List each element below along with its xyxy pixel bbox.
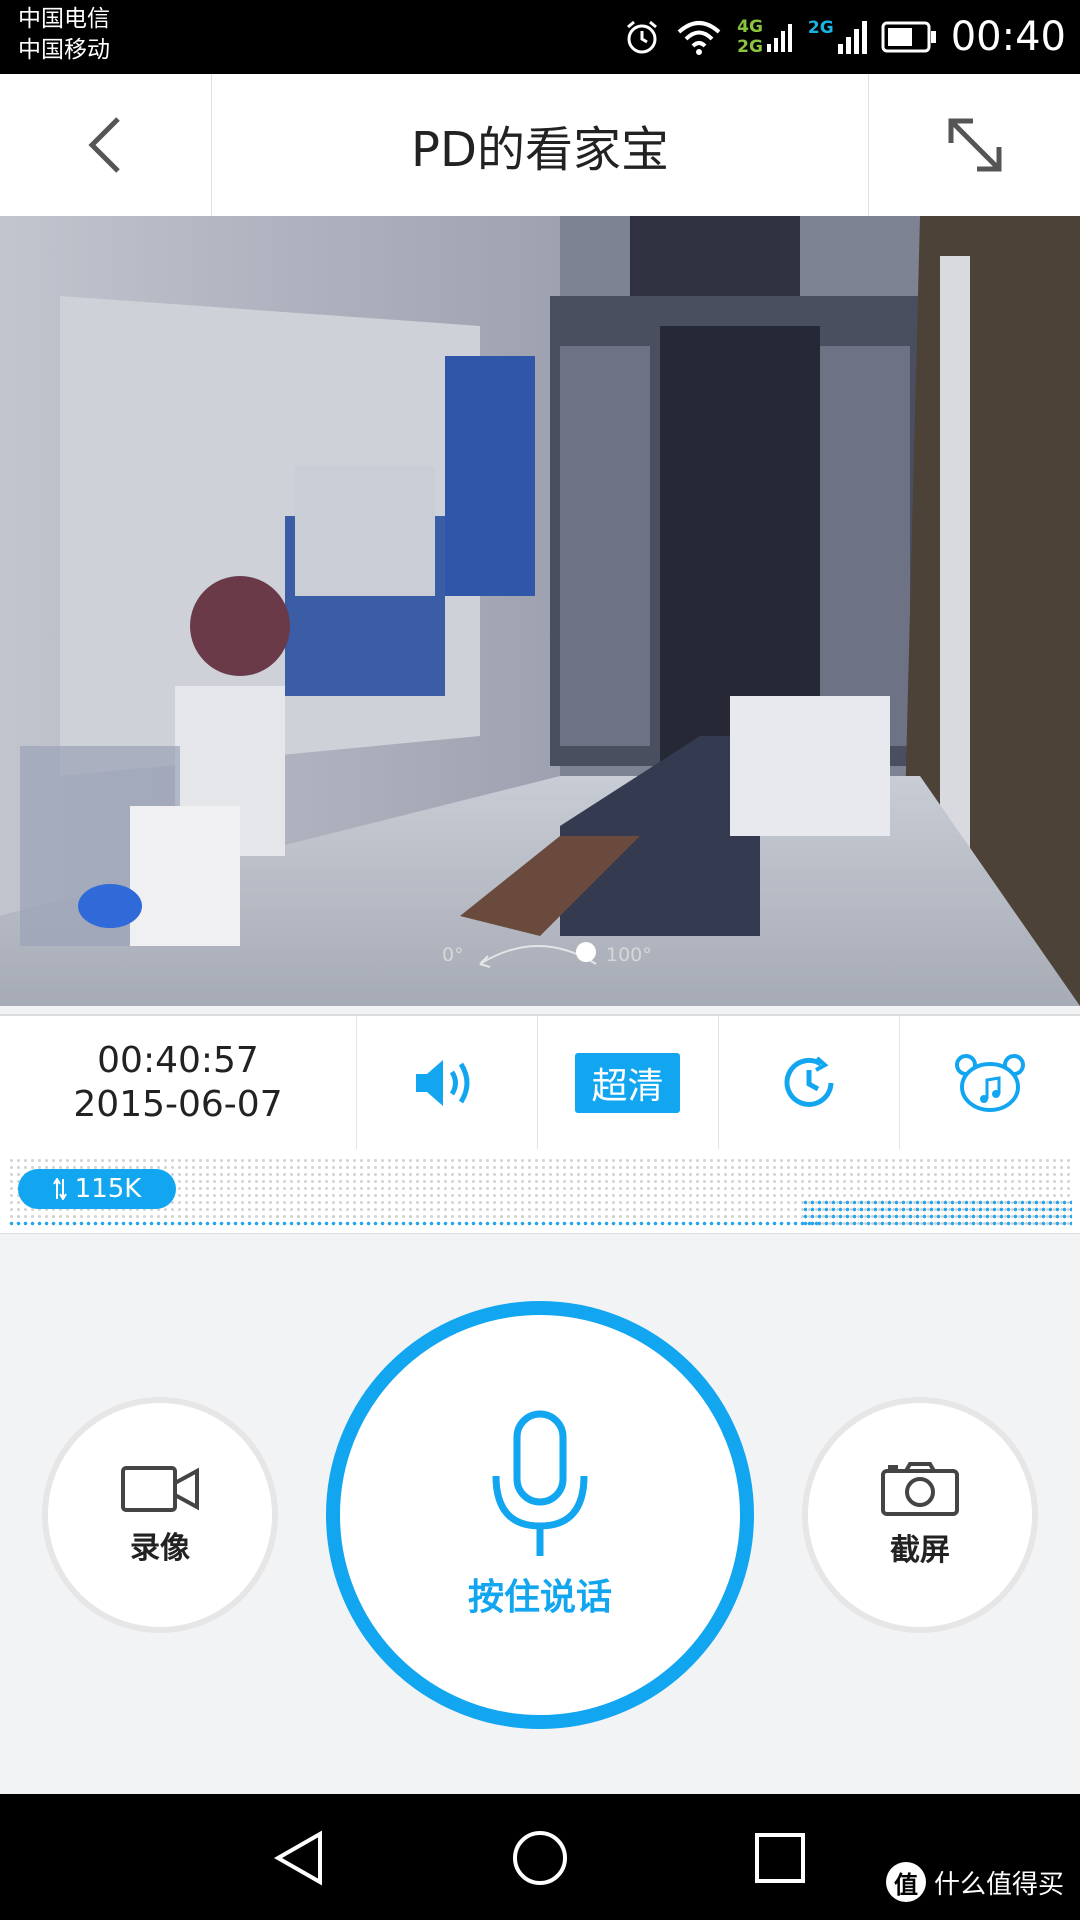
lullaby-button[interactable]	[899, 1016, 1080, 1150]
watermark-text: 什么值得买	[933, 1869, 1064, 1900]
bitrate-badge: 115K	[18, 1169, 176, 1209]
wifi-icon	[677, 21, 721, 55]
camera-info-bar: 00:40:57 2015-06-07 超清	[0, 1014, 1080, 1151]
back-arrow-icon	[87, 117, 120, 173]
record-label: 录像	[130, 1531, 190, 1566]
clock: 00:40	[950, 14, 1066, 60]
bitrate-level	[802, 1199, 1072, 1227]
camera-room-view	[0, 216, 1080, 1006]
pan-angle-indicator: 0° 100°	[440, 930, 660, 980]
record-button[interactable]: 录像	[42, 1397, 278, 1633]
nav-home-icon[interactable]	[510, 1828, 570, 1888]
network-type-2g: 2G	[737, 37, 763, 57]
video-camera-icon	[121, 1466, 199, 1512]
speaker-icon	[415, 1060, 469, 1106]
network-type-2g-second: 2G	[807, 18, 834, 38]
bitrate-baseline	[8, 1220, 818, 1227]
pan-min-label: 0°	[442, 944, 464, 966]
status-bar: 中国电信 中国移动 4G 2G 2G 00:40	[0, 0, 1080, 74]
quality-badge: 超清	[575, 1053, 680, 1113]
talk-label: 按住说话	[467, 1577, 612, 1618]
back-button[interactable]	[0, 74, 211, 216]
bitrate-visualizer: 115K	[0, 1149, 1080, 1234]
nav-back-icon[interactable]	[270, 1828, 330, 1888]
watermark-logo: 值	[885, 1862, 926, 1902]
bitrate-value: 115K	[74, 1174, 142, 1204]
carrier-2: 中国移动	[18, 37, 110, 63]
main-controls: 录像 按住说话 截屏	[0, 1234, 1080, 1794]
watermark: 值 什么值得买	[885, 1862, 1064, 1902]
carrier-1: 中国电信	[18, 6, 110, 32]
page-title: PD的看家宝	[411, 122, 669, 178]
push-to-talk-button[interactable]: 按住说话	[326, 1301, 754, 1729]
playback-history-button[interactable]	[718, 1016, 900, 1150]
signal-2: 2G	[808, 18, 867, 56]
pan-max-label: 100°	[606, 944, 652, 966]
nav-recents-icon[interactable]	[752, 1830, 808, 1886]
screenshot-label: 截屏	[890, 1533, 950, 1568]
timestamp-cell: 00:40:57 2015-06-07	[0, 1016, 357, 1150]
app-header: PD的看家宝	[0, 74, 1080, 217]
signal-1: 4G 2G	[737, 17, 794, 57]
signal-bars-icon	[837, 21, 867, 54]
fullscreen-button[interactable]	[869, 74, 1080, 216]
video-date: 2015-06-07	[73, 1084, 283, 1125]
video-time: 00:40:57	[97, 1040, 259, 1081]
quality-button[interactable]: 超清	[537, 1016, 719, 1150]
network-speed-icon	[52, 1178, 67, 1200]
carrier-info: 中国电信 中国移动	[18, 4, 110, 66]
clock-replay-icon	[784, 1056, 833, 1107]
pan-position-knob	[576, 942, 596, 962]
screenshot-button[interactable]: 截屏	[802, 1397, 1038, 1633]
signal-bars-icon	[766, 24, 792, 52]
live-video-feed[interactable]	[0, 216, 1080, 1006]
bear-music-icon	[954, 1054, 1025, 1112]
expand-icon	[948, 118, 1001, 172]
alarm-icon	[627, 20, 658, 54]
volume-button[interactable]	[356, 1016, 538, 1150]
network-type-4g: 4G	[737, 17, 763, 37]
microphone-icon	[492, 1410, 588, 1556]
status-icons: 4G 2G 2G 00:40	[623, 0, 1066, 74]
camera-icon	[881, 1462, 959, 1516]
battery-icon	[881, 21, 936, 53]
